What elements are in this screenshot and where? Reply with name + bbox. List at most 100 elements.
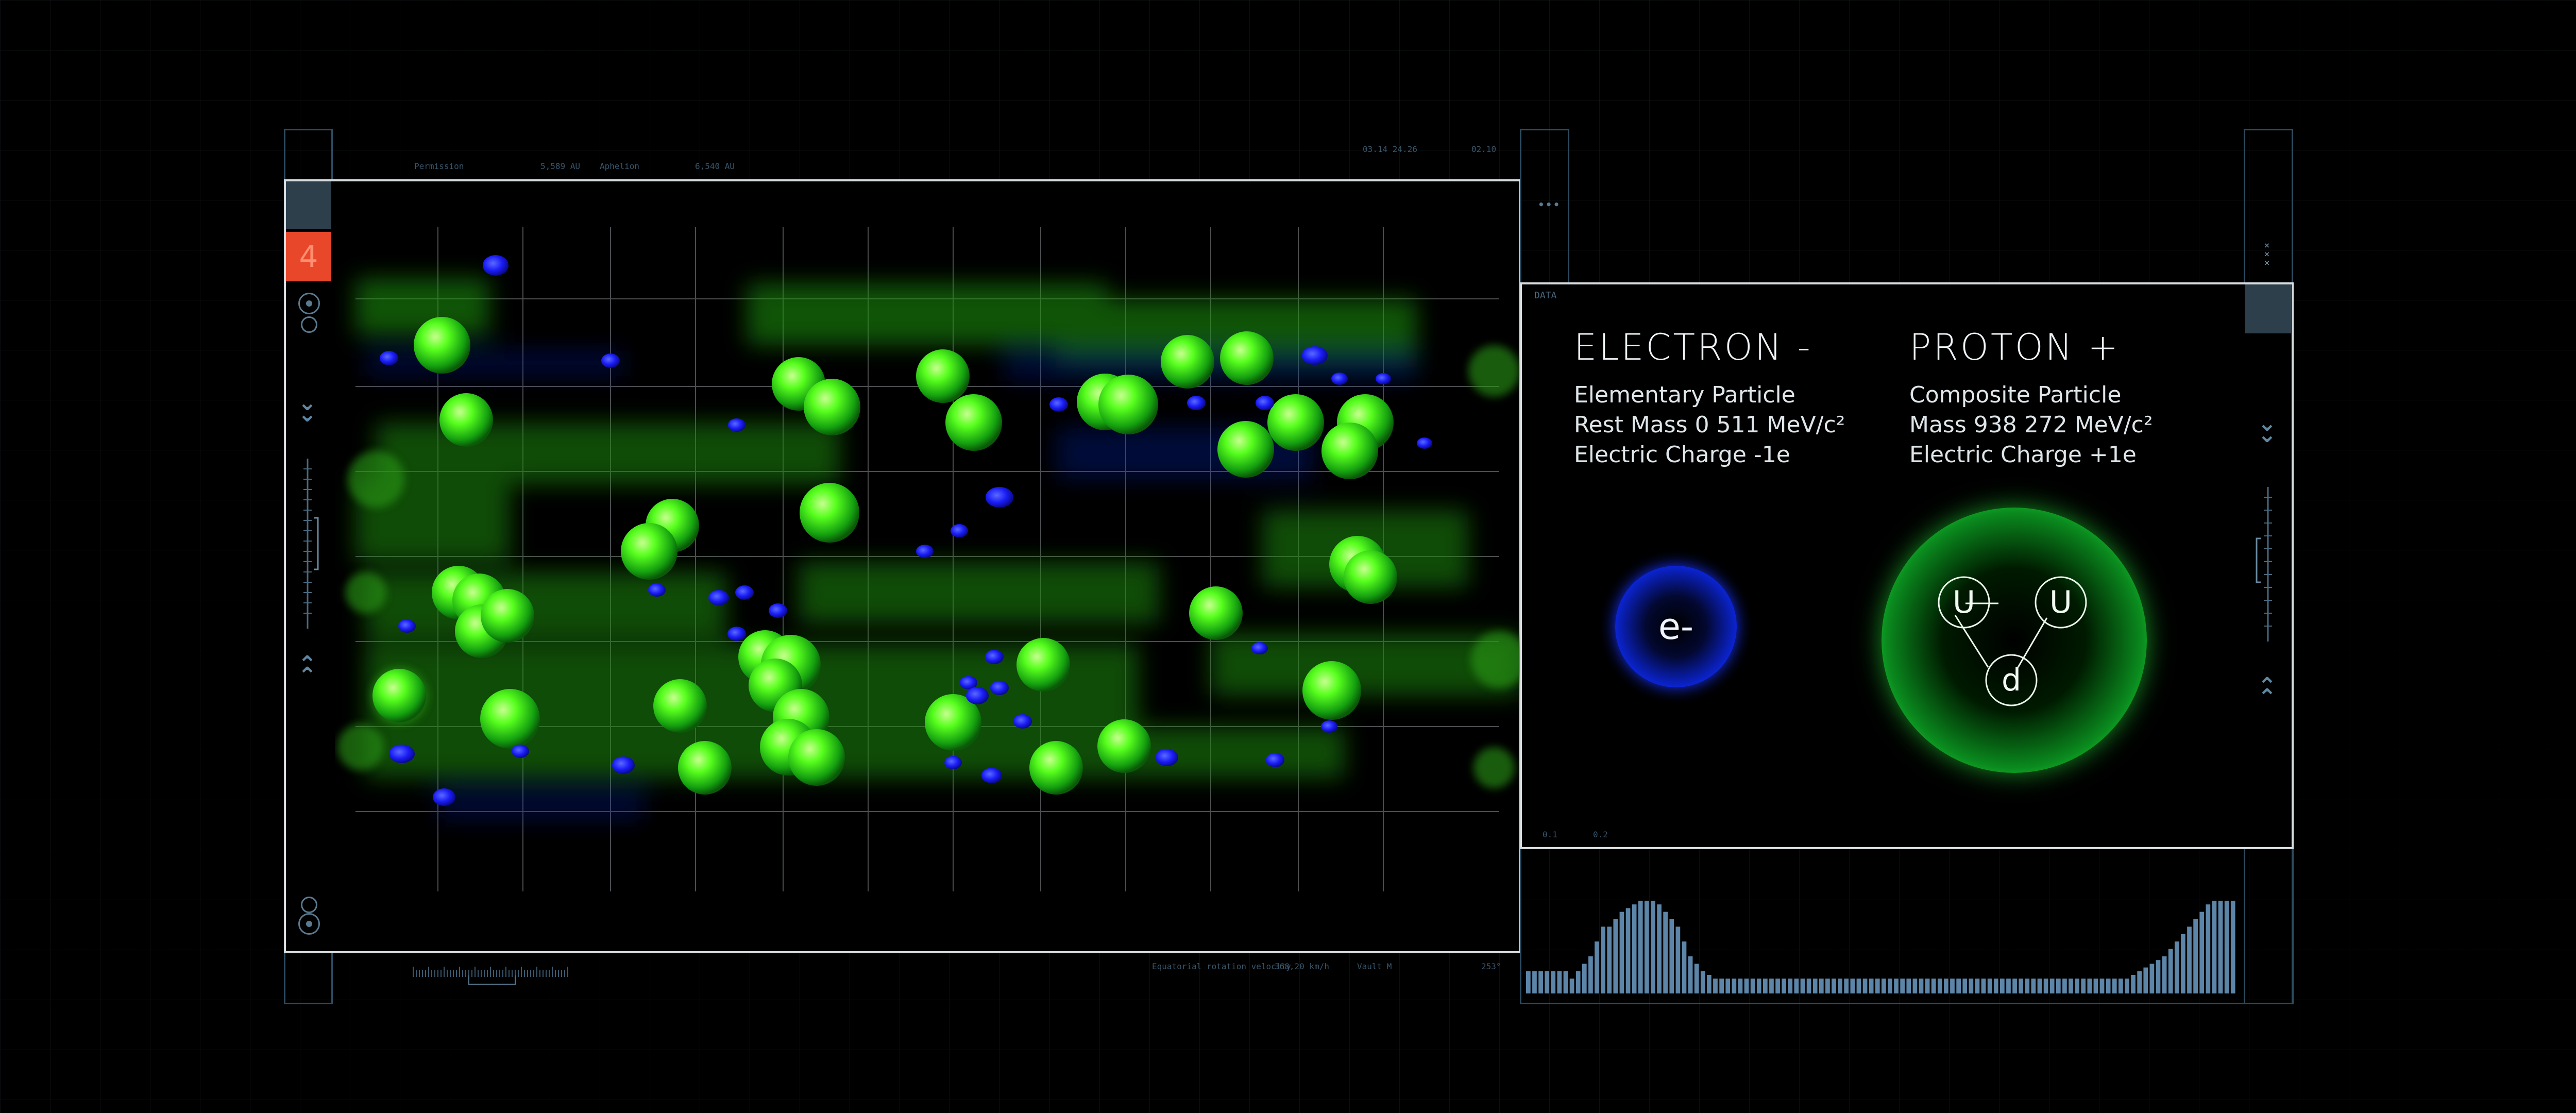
histogram-bar: [2187, 926, 2192, 993]
histogram-bar: [2112, 979, 2117, 993]
histogram-bar: [1850, 979, 1855, 993]
electron-title: ELECTRON -: [1574, 326, 1812, 368]
histogram-bar: [1569, 979, 1574, 993]
header-label-3: Aphelion: [600, 161, 640, 171]
histogram-bar: [2174, 941, 2179, 993]
histogram-bar: [1563, 971, 1568, 993]
histogram-bar: [2131, 975, 2136, 993]
histogram-bar: [1931, 979, 1936, 993]
header-label-right-2: 02.10: [1471, 144, 1497, 154]
footer-label-3: Vault M: [1357, 962, 1392, 971]
histogram-bar: [2168, 949, 2173, 993]
histogram-bar: [1645, 901, 1649, 993]
histogram-bar: [2043, 979, 2048, 993]
histogram-bar: [1694, 964, 1699, 993]
histogram-bar: [2218, 901, 2223, 993]
right-chevron-down-icon-2: ⌄: [2258, 421, 2277, 448]
histogram-bar: [1869, 979, 1874, 993]
rail-slider-icon[interactable]: [300, 459, 321, 629]
histogram-bar: [1882, 979, 1886, 993]
rail-ring-icon-bottom[interactable]: [298, 913, 320, 935]
histogram-bar: [1993, 979, 1998, 993]
bottom-ruler: [413, 967, 568, 985]
histogram-bar: [1925, 979, 1930, 993]
histogram-bar: [2162, 956, 2167, 993]
histogram-bar: [1838, 979, 1842, 993]
electron-icon: e-: [1615, 566, 1737, 687]
histogram-bar: [1657, 904, 1662, 993]
histogram-bar: [1975, 979, 1980, 993]
proton-mass: Mass 938 272 MeV/c²: [1909, 412, 2153, 438]
histogram-bar: [1582, 964, 1587, 993]
histogram-bar: [2137, 971, 2142, 993]
histogram-bar: [2125, 979, 2129, 993]
histogram-bar: [1595, 941, 1599, 993]
rail-badge: 4: [286, 232, 331, 281]
rail-ring-icon[interactable]: [298, 293, 320, 314]
histogram-bar: [1688, 956, 1693, 993]
chevron-up-icon-2: ⌃: [298, 663, 317, 689]
histogram-bar: [1819, 979, 1824, 993]
histogram-bar: [1526, 971, 1531, 993]
histogram-bar: [2000, 979, 2005, 993]
rail-slot: [286, 181, 331, 229]
histogram-bar: [2081, 979, 2086, 993]
histogram-bar: [2006, 979, 2011, 993]
histogram-bar: [1625, 908, 1631, 993]
histogram-bar: [2106, 979, 2111, 993]
histogram-bar: [2193, 919, 2198, 993]
histogram-bar: [2181, 934, 2185, 993]
histogram-bar: [1619, 912, 1624, 993]
electron-type: Elementary Particle: [1574, 382, 1795, 408]
dots-indicator: •••: [1538, 198, 1561, 211]
histogram-bar: [1900, 979, 1905, 993]
histogram-bar: [1651, 901, 1655, 993]
histogram-bar: [2049, 979, 2055, 993]
histogram-bar: [1856, 979, 1861, 993]
histogram-bar: [1862, 979, 1868, 993]
electron-charge: Electric Charge -1e: [1574, 442, 1790, 468]
scale-label-1: 0.1: [1543, 830, 1557, 839]
histogram-bar: [1532, 971, 1537, 993]
histogram-bar: [1981, 979, 1986, 993]
close-icon[interactable]: × × ×: [2262, 241, 2272, 268]
histogram-bar: [2119, 979, 2123, 993]
particle-simulation: [337, 227, 1520, 891]
histogram-bar: [2149, 964, 2155, 993]
histogram-bar: [1588, 956, 1593, 993]
histogram-bar: [1601, 926, 1605, 993]
proton-type: Composite Particle: [1909, 382, 2122, 408]
histogram-bar: [1707, 975, 1711, 993]
histogram-bar: [1750, 979, 1755, 993]
histogram-bar: [1919, 979, 1924, 993]
histogram-bar: [1950, 979, 1955, 993]
histogram-bar: [1956, 979, 1961, 993]
histogram-chart: [1526, 901, 2235, 993]
histogram-bar: [2037, 979, 2042, 993]
histogram-bar: [1545, 971, 1550, 993]
histogram-bar: [2199, 912, 2205, 993]
histogram-bar: [1875, 979, 1880, 993]
electron-symbol: e-: [1658, 605, 1694, 648]
histogram-bar: [1744, 979, 1749, 993]
histogram-bar: [1557, 971, 1562, 993]
histogram-bar: [1987, 979, 1992, 993]
right-rail-slider-icon[interactable]: [2252, 487, 2278, 642]
rail-ring-small-icon-bottom: [301, 897, 317, 913]
histogram-bar: [1832, 979, 1836, 993]
chevron-down-icon-2: ⌄: [298, 401, 317, 427]
histogram-bar: [1969, 979, 1974, 993]
histogram-bar: [2087, 979, 2092, 993]
histogram-bar: [1894, 979, 1899, 993]
histogram-bar: [1812, 979, 1818, 993]
histogram-bar: [2025, 979, 2030, 993]
histogram-bar: [1700, 971, 1705, 993]
header-label-1: Permission: [414, 161, 464, 171]
header-label-2: 5,589 AU: [540, 161, 581, 171]
histogram-bar: [2019, 979, 2024, 993]
histogram-bar: [2012, 979, 2017, 993]
histogram-bar: [2230, 901, 2235, 993]
histogram-bar: [1663, 912, 1668, 993]
histogram-bar: [2093, 979, 2098, 993]
histogram-bar: [2062, 979, 2067, 993]
